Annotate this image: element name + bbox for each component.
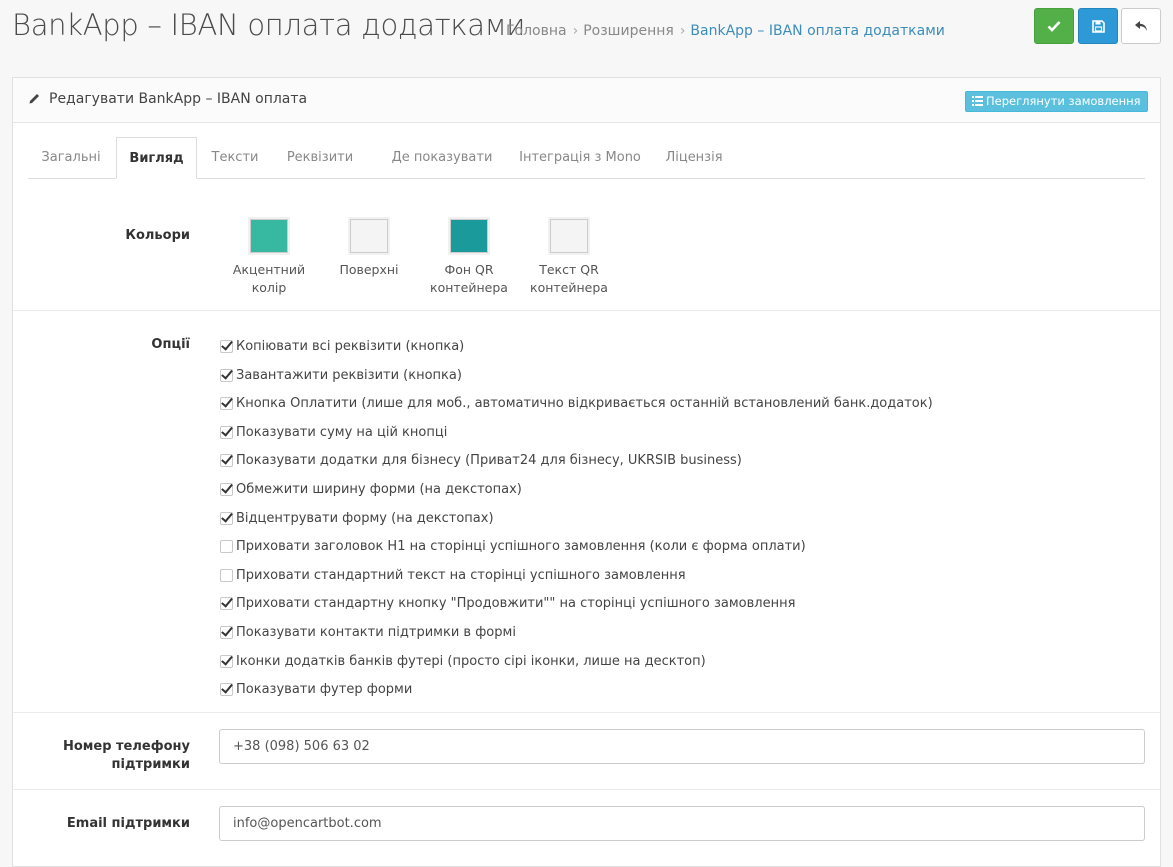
phone-label-line1: Номер телефону: [62, 739, 190, 754]
view-orders-label: Переглянути замовлення: [986, 94, 1141, 108]
section-divider: [13, 789, 1160, 790]
tab-general[interactable]: Загальні: [28, 137, 114, 178]
colors-label: Кольори: [125, 228, 190, 243]
back-button[interactable]: [1121, 8, 1161, 44]
swatch-qr-text[interactable]: Текст QR контейнера: [524, 219, 614, 297]
checkbox-checked[interactable]: [220, 511, 233, 525]
checkbox-checked[interactable]: [220, 339, 233, 353]
checkbox-checked[interactable]: [220, 368, 233, 382]
swatch-surfaces[interactable]: Поверхні: [324, 219, 414, 279]
option-label: Кнопка Оплатити (лише для моб., автомати…: [236, 395, 933, 411]
options-label: Опції: [151, 337, 190, 352]
checkbox-checked[interactable]: [220, 425, 233, 439]
checkbox-checked[interactable]: [220, 482, 233, 496]
swatch-label: Фон QR: [444, 262, 494, 277]
option-label: Приховати стандартний текст на сторінці …: [236, 567, 686, 583]
option-label: Копіювати всі реквізити (кнопка): [236, 338, 465, 354]
save-button[interactable]: [1034, 8, 1074, 44]
breadcrumb-separator: ›: [572, 23, 579, 39]
option-row[interactable]: Показувати суму на цій кнопці: [220, 422, 447, 442]
phone-label-line2: підтримки: [111, 757, 190, 772]
support-phone-input[interactable]: +38 (098) 506 63 02: [219, 729, 1145, 764]
option-label: Показувати контакти підтримки в формі: [236, 624, 516, 640]
breadcrumb-extensions[interactable]: Розширення: [583, 23, 674, 39]
check-icon: [1047, 21, 1061, 32]
checkbox-checked[interactable]: [220, 596, 233, 610]
option-label: Обмежити ширину форми (на декстопах): [236, 481, 522, 497]
section-divider: [13, 712, 1160, 713]
option-row[interactable]: Приховати стандартну кнопку "Продовжити"…: [220, 593, 795, 613]
apply-button[interactable]: [1078, 8, 1118, 44]
swatch-label: Акцентний: [232, 262, 306, 277]
list-icon: [972, 96, 983, 106]
option-row[interactable]: Завантажити реквізити (кнопка): [220, 365, 462, 385]
checkbox-checked[interactable]: [220, 453, 233, 467]
checkbox-unchecked[interactable]: [220, 539, 233, 553]
tab-where-to-show[interactable]: Де показувати: [378, 137, 506, 178]
floppy-disk-icon: [1091, 19, 1105, 33]
option-row[interactable]: Копіювати всі реквізити (кнопка): [220, 336, 464, 356]
swatch-label: контейнера: [430, 280, 508, 295]
option-row[interactable]: Приховати стандартний текст на сторінці …: [220, 565, 686, 585]
panel-heading: Редагувати BankApp – IBAN оплата Перегля…: [13, 78, 1160, 123]
breadcrumb-current[interactable]: BankApp – IBAN оплата додатками: [690, 23, 944, 39]
option-label: Відцентрувати форму (на декстопах): [236, 510, 494, 526]
option-row[interactable]: Відцентрувати форму (на декстопах): [220, 508, 494, 528]
breadcrumb-separator: ›: [679, 23, 686, 39]
view-orders-button[interactable]: Переглянути замовлення: [965, 91, 1148, 112]
option-row[interactable]: Кнопка Оплатити (лише для моб., автомати…: [220, 393, 933, 413]
swatch-label: Текст QR: [539, 262, 599, 277]
color-swatch[interactable]: [250, 219, 288, 253]
support-email-input[interactable]: info@opencartbot.com: [219, 806, 1145, 841]
reply-icon: [1135, 21, 1147, 31]
option-label: Показувати суму на цій кнопці: [236, 424, 448, 440]
page-title: BankApp – IBAN оплата додатками: [12, 8, 526, 42]
breadcrumb-home[interactable]: Головна: [506, 23, 567, 39]
tab-appearance[interactable]: Вигляд: [116, 137, 197, 179]
option-label: Показувати футер форми: [236, 681, 413, 697]
color-swatch[interactable]: [550, 219, 588, 253]
tab-texts[interactable]: Тексти: [200, 137, 270, 178]
option-row[interactable]: Приховати заголовок H1 на сторінці успіш…: [220, 536, 806, 556]
option-label: Іконки додатків банків футері (просто сі…: [236, 653, 706, 669]
swatch-label: контейнера: [530, 280, 608, 295]
tab-requisites[interactable]: Реквізити: [278, 137, 362, 178]
option-row[interactable]: Показувати футер форми: [220, 679, 412, 699]
tab-mono-integration[interactable]: Інтеграція з Mono: [514, 137, 646, 178]
phone-label: Номер телефону підтримки: [13, 738, 190, 774]
edit-panel: Редагувати BankApp – IBAN оплата Перегля…: [12, 77, 1161, 867]
option-label: Показувати додатки для бізнесу (Приват24…: [236, 452, 742, 468]
option-label: Завантажити реквізити (кнопка): [236, 367, 462, 383]
tab-license[interactable]: Ліцензія: [656, 137, 732, 178]
option-row[interactable]: Обмежити ширину форми (на декстопах): [220, 479, 522, 499]
checkbox-checked[interactable]: [220, 396, 233, 410]
panel-title-text: Редагувати BankApp – IBAN оплата: [49, 91, 308, 107]
breadcrumb: Головна › Розширення › BankApp – IBAN оплата…: [506, 23, 945, 39]
checkbox-checked[interactable]: [220, 625, 233, 639]
swatch-accent[interactable]: Акцентний колір: [224, 219, 314, 297]
option-label: Приховати заголовок H1 на сторінці успіш…: [236, 538, 806, 554]
option-row[interactable]: Показувати контакти підтримки в формі: [220, 622, 516, 642]
checkbox-checked[interactable]: [220, 654, 233, 668]
swatch-label: колір: [251, 280, 287, 295]
option-row[interactable]: Показувати додатки для бізнесу (Приват24…: [220, 450, 742, 470]
option-row[interactable]: Іконки додатків банків футері (просто сі…: [220, 651, 706, 671]
page-header: BankApp – IBAN оплата додатками Головна ›…: [0, 0, 1173, 60]
tab-bar: Загальні Вигляд Тексти Реквізити Де пока…: [28, 137, 1145, 179]
color-swatch[interactable]: [450, 219, 488, 253]
color-swatch[interactable]: [350, 219, 388, 253]
email-label: Email підтримки: [66, 816, 190, 831]
section-divider: [13, 310, 1160, 311]
swatch-qr-background[interactable]: Фон QR контейнера: [424, 219, 514, 297]
checkbox-unchecked[interactable]: [220, 568, 233, 582]
checkbox-checked[interactable]: [220, 682, 233, 696]
swatch-label: Поверхні: [339, 262, 399, 277]
panel-title: Редагувати BankApp – IBAN оплата: [28, 91, 307, 107]
pencil-icon: [29, 94, 39, 104]
option-label: Приховати стандартну кнопку "Продовжити"…: [236, 595, 796, 611]
